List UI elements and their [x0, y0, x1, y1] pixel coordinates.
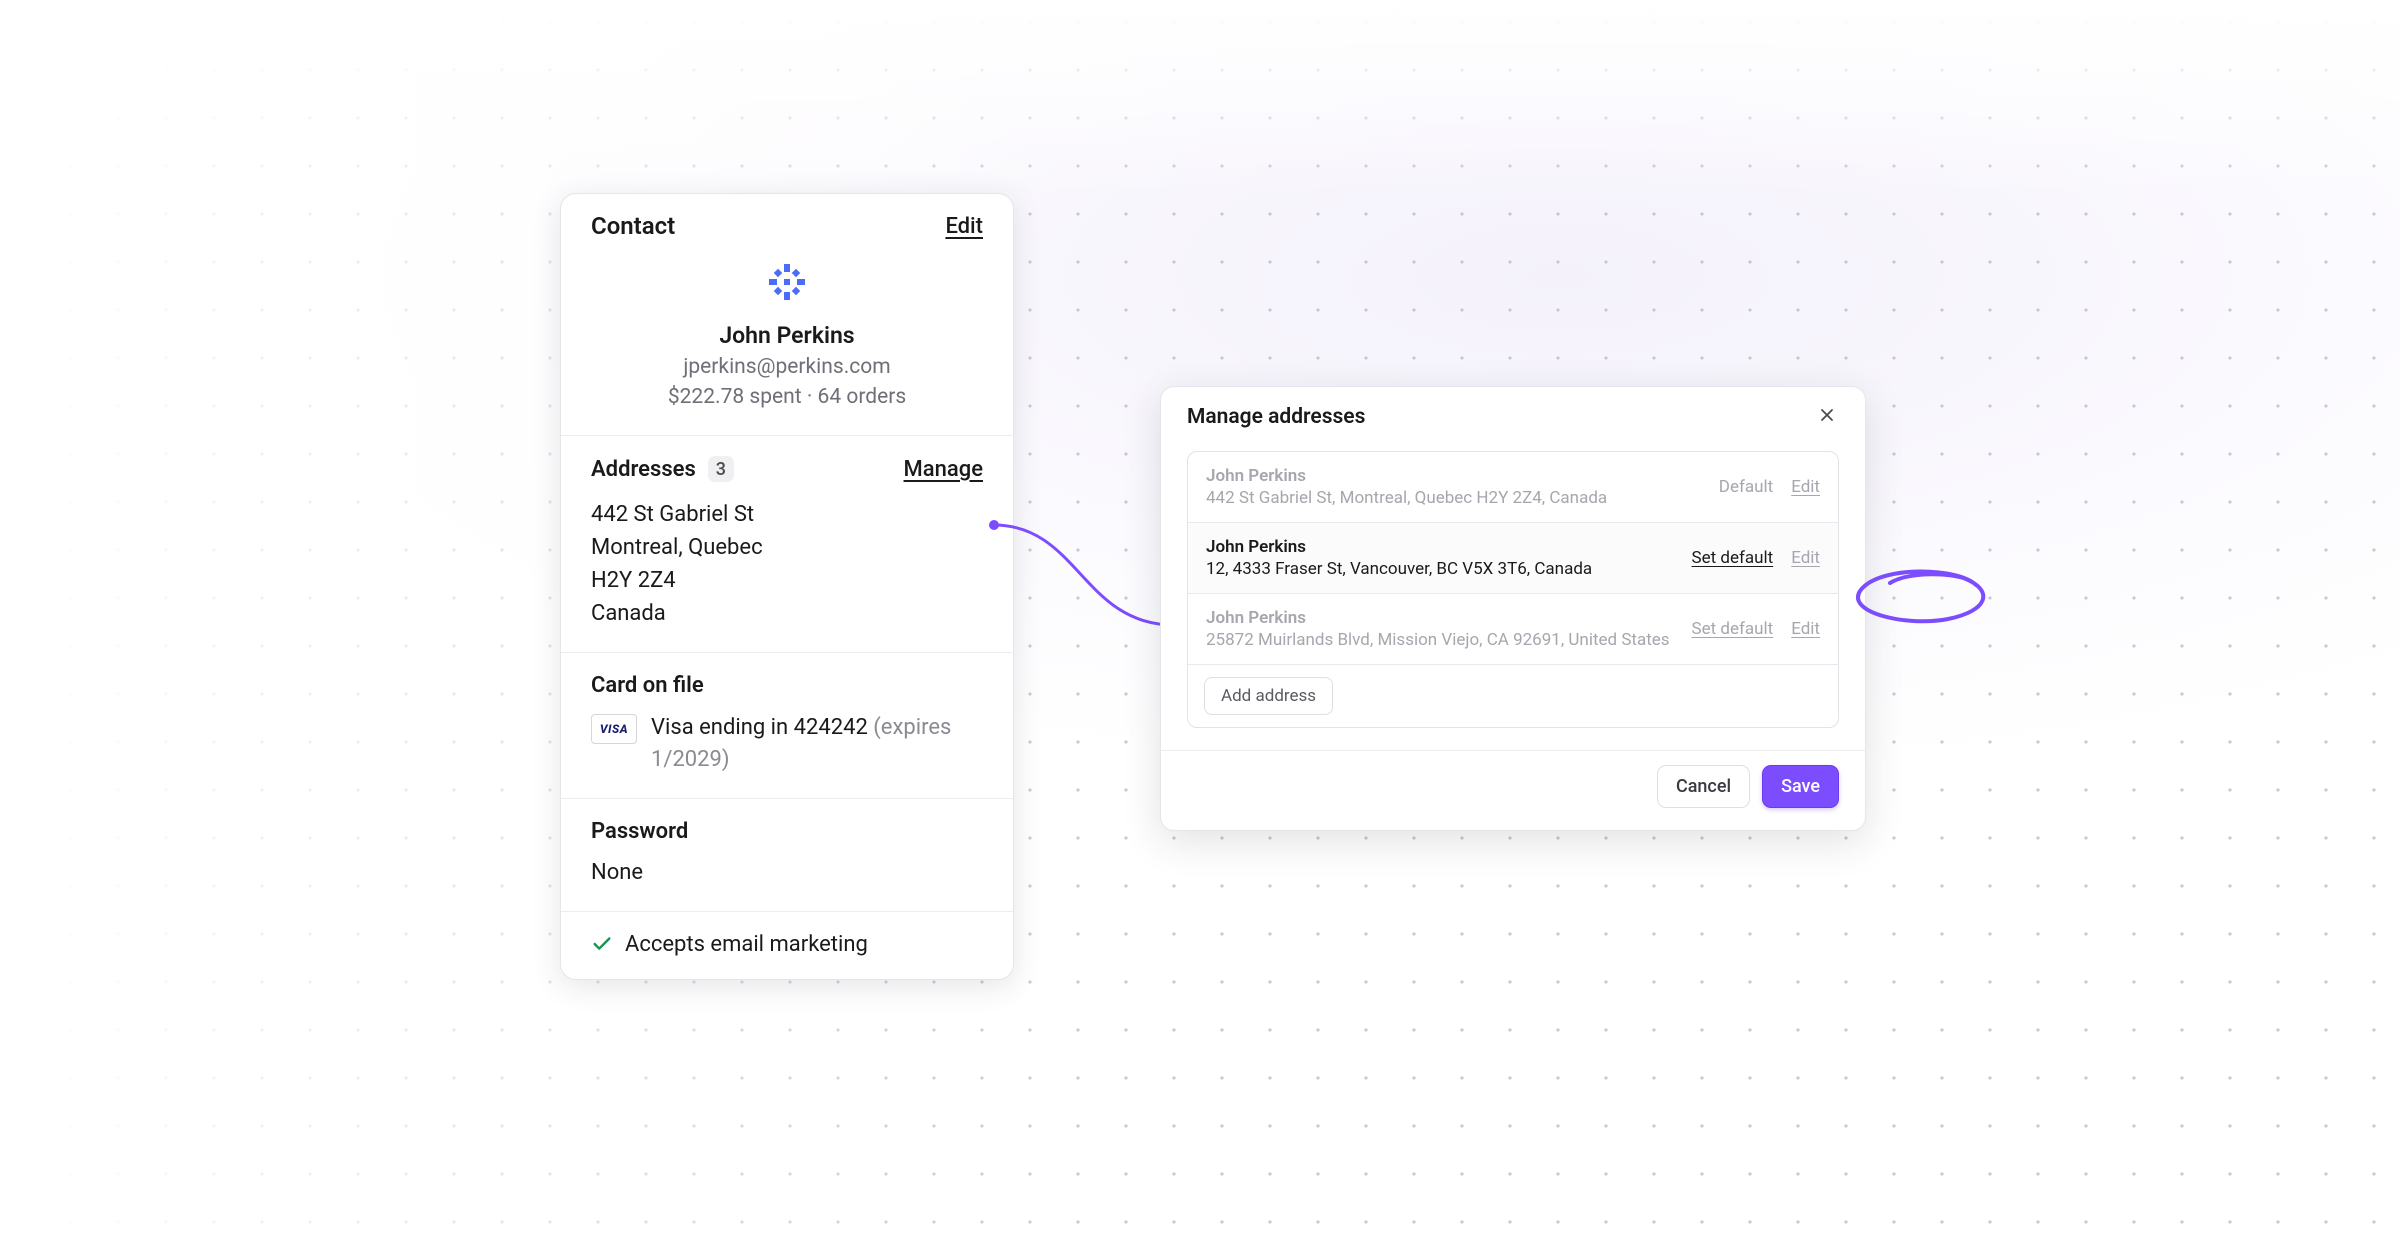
cancel-button[interactable]: Cancel — [1657, 765, 1750, 808]
address-line: 12, 4333 Fraser St, Vancouver, BC V5X 3T… — [1206, 559, 1592, 579]
address-list: John Perkins 442 St Gabriel St, Montreal… — [1187, 451, 1839, 728]
address-line-4: Canada — [591, 597, 983, 630]
addresses-label: Addresses — [591, 457, 696, 482]
card-description: Visa ending in 424242 (expires 1/2029) — [651, 712, 983, 776]
check-icon — [591, 933, 613, 955]
manage-addresses-modal: Manage addresses John Perkins 442 St Gab… — [1160, 386, 1866, 831]
password-section: Password None — [561, 798, 1013, 911]
highlight-scribble — [1848, 565, 1996, 627]
contact-profile: John Perkins jperkins@perkins.com $222.7… — [561, 256, 1013, 435]
manage-addresses-link[interactable]: Manage — [904, 457, 983, 482]
address-row: John Perkins 25872 Muirlands Blvd, Missi… — [1188, 594, 1838, 665]
address-line: 25872 Muirlands Blvd, Mission Viejo, CA … — [1206, 630, 1670, 650]
fade-overlay-top — [0, 0, 2400, 200]
connector-line — [988, 517, 1176, 637]
card-text-main: Visa ending in 424242 — [651, 715, 868, 740]
set-default-link[interactable]: Set default — [1691, 548, 1773, 568]
address-add-area: Add address — [1188, 665, 1838, 727]
address-line-1: 442 St Gabriel St — [591, 498, 983, 531]
contact-name: John Perkins — [591, 322, 983, 349]
edit-address-link[interactable]: Edit — [1791, 548, 1820, 568]
contact-card: Contact Edit John Perkins jperkins@perki — [560, 193, 1014, 980]
modal-title: Manage addresses — [1187, 405, 1365, 429]
modal-footer: Cancel Save — [1161, 750, 1865, 830]
address-name: John Perkins — [1206, 608, 1670, 628]
address-name: John Perkins — [1206, 537, 1592, 557]
addresses-count-badge: 3 — [708, 456, 734, 482]
address-line-3: H2Y 2Z4 — [591, 564, 983, 597]
card-section: Card on file VISA Visa ending in 424242 … — [561, 652, 1013, 798]
addresses-section: Addresses 3 Manage 442 St Gabriel St Mon… — [561, 435, 1013, 652]
address-row: John Perkins 12, 4333 Fraser St, Vancouv… — [1188, 523, 1838, 594]
close-modal-button[interactable] — [1815, 405, 1839, 429]
password-label: Password — [591, 819, 688, 844]
address-name: John Perkins — [1206, 466, 1607, 486]
contact-header: Contact Edit — [561, 194, 1013, 256]
avatar-icon — [765, 260, 809, 304]
modal-header: Manage addresses — [1161, 387, 1865, 445]
visa-card-icon: VISA — [591, 714, 637, 744]
set-default-link[interactable]: Set default — [1691, 619, 1773, 639]
password-value: None — [591, 856, 983, 889]
contact-title: Contact — [591, 212, 675, 240]
marketing-status-text: Accepts email marketing — [625, 932, 868, 957]
address-row: John Perkins 442 St Gabriel St, Montreal… — [1188, 452, 1838, 523]
address-line: 442 St Gabriel St, Montreal, Quebec H2Y … — [1206, 488, 1607, 508]
add-address-button[interactable]: Add address — [1204, 677, 1333, 715]
default-badge: Default — [1719, 477, 1773, 497]
contact-email: jperkins@perkins.com — [591, 355, 983, 379]
card-on-file-label: Card on file — [591, 673, 704, 698]
marketing-section: Accepts email marketing — [561, 911, 1013, 979]
edit-address-link[interactable]: Edit — [1791, 619, 1820, 639]
default-address: 442 St Gabriel St Montreal, Quebec H2Y 2… — [591, 498, 983, 630]
edit-contact-link[interactable]: Edit — [945, 214, 983, 239]
edit-address-link[interactable]: Edit — [1791, 477, 1820, 497]
contact-spend: $222.78 spent · 64 orders — [591, 385, 983, 409]
save-button[interactable]: Save — [1762, 765, 1839, 808]
close-icon — [1819, 407, 1835, 427]
address-line-2: Montreal, Quebec — [591, 531, 983, 564]
